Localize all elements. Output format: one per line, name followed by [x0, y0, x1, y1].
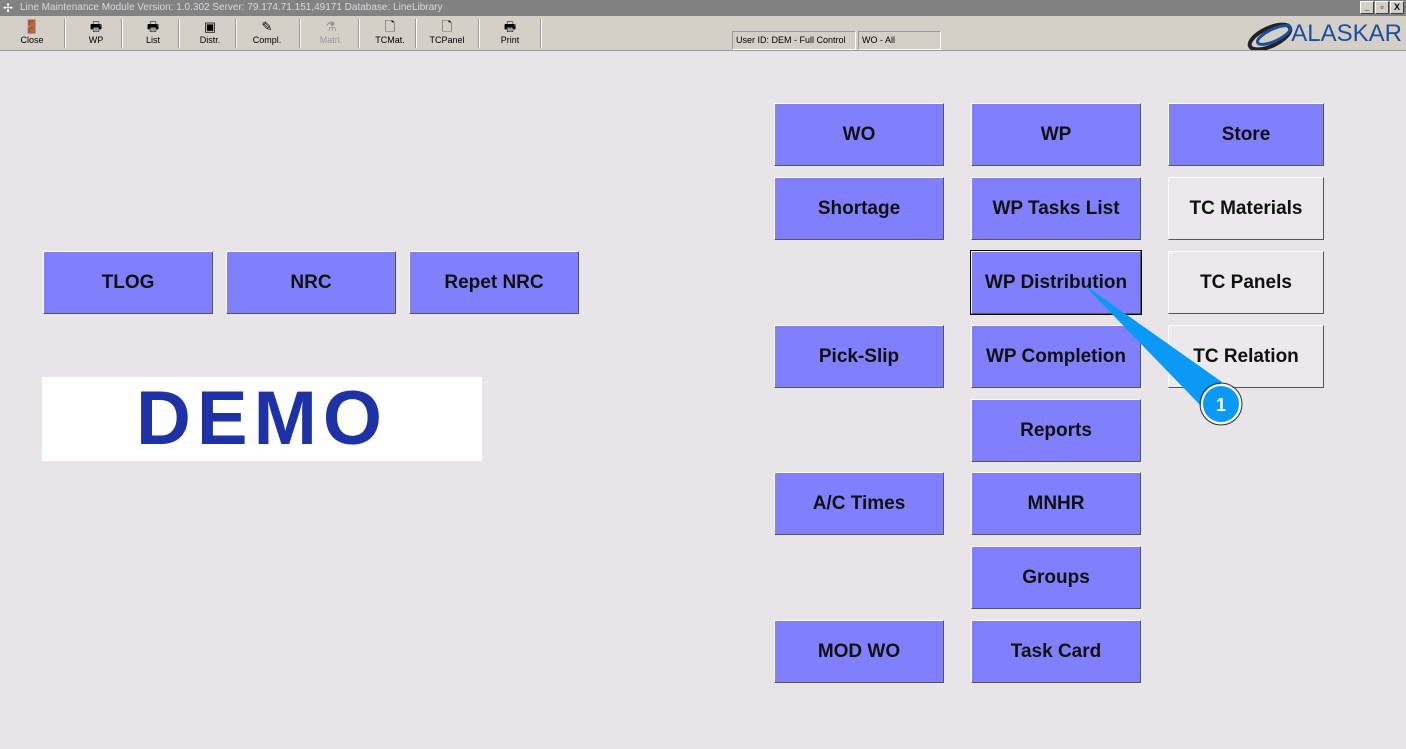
toolbar-tcpanel-button[interactable]: 🗋 TCPanel	[420, 18, 474, 49]
toolbar-label: Print	[500, 35, 520, 45]
wp-distribution-button[interactable]: WP Distribution	[970, 250, 1142, 315]
toolbar-distr-button[interactable]: ▣ Distr.	[183, 18, 237, 49]
toolbar-separator	[478, 19, 480, 48]
toolbar-compl-button[interactable]: ✎ Compl.	[240, 18, 294, 49]
wp-button[interactable]: WP	[971, 103, 1141, 166]
toolbar-label: Matrl.	[319, 35, 343, 45]
wo-button[interactable]: WO	[774, 103, 944, 166]
toolbar-label: List	[145, 35, 160, 45]
callout-number: 1	[1216, 395, 1226, 415]
completion-icon: ✎	[261, 19, 273, 34]
toolbar-separator	[178, 19, 180, 48]
restore-button[interactable]: ▫	[1375, 1, 1389, 14]
flask-icon: ⚗	[325, 19, 337, 34]
toolbar-separator	[235, 19, 237, 48]
toolbar-separator	[121, 19, 123, 48]
alaskar-logo: ALASKAR	[1242, 17, 1402, 50]
toolbar-tcmat-button[interactable]: 🗋 TCMat.	[363, 18, 417, 49]
wp-completion-button[interactable]: WP Completion	[971, 325, 1141, 388]
toolbar-matrl-button[interactable]: ⚗ Matrl.	[304, 18, 358, 49]
tc-panels-button[interactable]: TC Panels	[1168, 251, 1324, 314]
nrc-button[interactable]: NRC	[226, 251, 396, 314]
toolbar-list-button[interactable]: 🖶 List	[126, 18, 180, 49]
ac-times-button[interactable]: A/C Times	[774, 472, 944, 535]
door-exit-icon: 🚪	[23, 19, 41, 34]
task-card-button[interactable]: Task Card	[971, 620, 1141, 683]
shortage-button[interactable]: Shortage	[774, 177, 944, 240]
tlog-button[interactable]: TLOG	[43, 251, 213, 314]
logo-text: ALASKAR	[1291, 20, 1402, 47]
toolbar-label: TCMat.	[375, 35, 405, 45]
tc-relation-button[interactable]: TC Relation	[1168, 325, 1324, 388]
wo-status: WO - All	[858, 31, 941, 50]
toolbar-print-button[interactable]: 🖶 Print	[483, 18, 537, 49]
toolbar-separator	[299, 19, 301, 48]
toolbar-label: Distr.	[199, 35, 221, 45]
repet-nrc-button[interactable]: Repet NRC	[409, 251, 579, 314]
printer-icon: 🖶	[503, 19, 517, 34]
store-button[interactable]: Store	[1168, 103, 1324, 166]
user-status: User ID: DEM - Full Control	[732, 31, 856, 50]
document-icon: 🗋	[384, 19, 396, 34]
document-icon: 🗋	[441, 19, 453, 34]
distribution-icon: ▣	[203, 19, 217, 34]
toolbar-label: WP	[88, 35, 104, 45]
toolbar-separator	[540, 19, 542, 48]
mnhr-button[interactable]: MNHR	[971, 472, 1141, 535]
pick-slip-button[interactable]: Pick-Slip	[774, 325, 944, 388]
toolbar: 🚪 Close 🖶 WP 🖶 List ▣ Distr. ✎ Compl. ⚗ Matrl. 🗋 TCMa…	[0, 16, 1406, 51]
tc-materials-button[interactable]: TC Materials	[1168, 177, 1324, 240]
reports-button[interactable]: Reports	[971, 399, 1141, 462]
window-title: Line Maintenance Module Version: 1.0.302…	[20, 2, 443, 13]
close-window-button[interactable]: X	[1390, 1, 1404, 14]
toolbar-close-button[interactable]: 🚪 Close	[5, 18, 59, 49]
minimize-button[interactable]: _	[1360, 1, 1374, 14]
toolbar-label: Compl.	[252, 35, 282, 45]
mod-wo-button[interactable]: MOD WO	[774, 620, 944, 683]
printer-icon: 🖶	[146, 19, 160, 34]
toolbar-separator	[64, 19, 66, 48]
toolbar-separator	[358, 19, 360, 48]
toolbar-wp-button[interactable]: 🖶 WP	[69, 18, 123, 49]
title-bar: ✢ Line Maintenance Module Version: 1.0.3…	[0, 0, 1406, 16]
demo-banner: DEMO	[42, 377, 482, 461]
app-icon: ✢	[3, 1, 14, 15]
printer-icon: 🖶	[89, 19, 103, 34]
wp-tasks-list-button[interactable]: WP Tasks List	[971, 177, 1141, 240]
toolbar-label: TCPanel	[429, 35, 465, 45]
groups-button[interactable]: Groups	[971, 546, 1141, 609]
toolbar-label: Close	[20, 35, 44, 45]
callout-circle	[1201, 384, 1241, 424]
toolbar-separator	[415, 19, 417, 48]
